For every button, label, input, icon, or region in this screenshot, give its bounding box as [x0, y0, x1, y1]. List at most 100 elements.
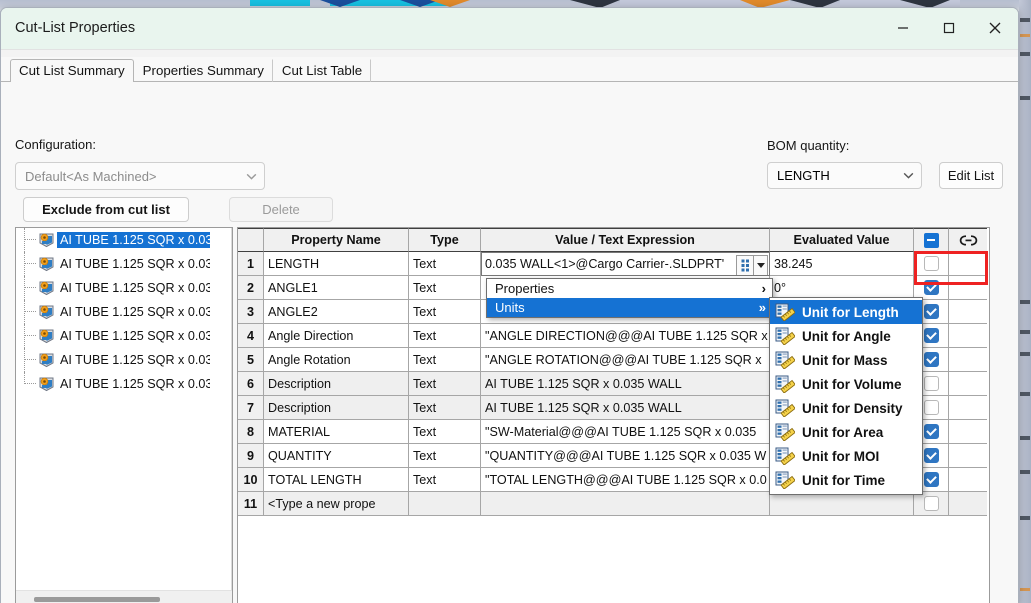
tree-item[interactable]: AI TUBE 1.125 SQR x 0.03	[16, 252, 232, 276]
row-checkbox[interactable]	[923, 256, 939, 271]
scrollbar-thumb[interactable]	[34, 597, 160, 602]
row-link-cell[interactable]	[949, 396, 987, 420]
property-type-cell[interactable]: Text	[409, 324, 481, 348]
value-expression-cell[interactable]: "TOTAL LENGTH@@@AI TUBE 1.125 SQR x 0.0	[481, 468, 770, 492]
exclude-from-cut-list-button[interactable]: Exclude from cut list	[23, 197, 189, 222]
property-type-cell[interactable]: Text	[409, 420, 481, 444]
property-name-cell[interactable]: LENGTH	[264, 252, 409, 276]
row-link-cell[interactable]	[949, 444, 987, 468]
header-collapse-checkbox[interactable]	[914, 228, 949, 252]
context-menu-item[interactable]: Properties ›	[487, 279, 772, 298]
header-value-text-expression[interactable]: Value / Text Expression	[481, 228, 770, 252]
maximize-button[interactable]	[926, 8, 972, 48]
property-type-cell[interactable]: Text	[409, 252, 481, 276]
property-name-cell[interactable]: Angle Rotation	[264, 348, 409, 372]
tree-item[interactable]: AI TUBE 1.125 SQR x 0.03	[16, 300, 232, 324]
bom-quantity-dropdown[interactable]: LENGTH	[767, 162, 922, 189]
row-link-cell[interactable]	[949, 492, 987, 516]
tree-item[interactable]: AI TUBE 1.125 SQR x 0.03	[16, 348, 232, 372]
property-name-cell[interactable]: Angle Direction	[264, 324, 409, 348]
property-name-cell[interactable]: ANGLE1	[264, 276, 409, 300]
tab-cut-list-table[interactable]: Cut List Table	[273, 59, 372, 82]
row-checkbox[interactable]	[923, 424, 939, 439]
units-submenu-item[interactable]: Unit for MOI	[770, 444, 922, 468]
units-submenu-item[interactable]: Unit for Time	[770, 468, 922, 492]
property-name-cell[interactable]: QUANTITY	[264, 444, 409, 468]
value-expression-cell[interactable]: "QUANTITY@@@AI TUBE 1.125 SQR x 0.035 W	[481, 444, 770, 468]
tab-cut-list-summary[interactable]: Cut List Summary	[10, 59, 134, 82]
property-type-cell[interactable]: Text	[409, 396, 481, 420]
edit-list-button[interactable]: Edit List	[939, 162, 1003, 189]
row-checkbox[interactable]	[923, 280, 939, 295]
grid-header-row: Property Name Type Value / Text Expressi…	[238, 228, 989, 252]
row-checkbox[interactable]	[923, 400, 939, 415]
row-link-cell[interactable]	[949, 468, 987, 492]
units-submenu-item[interactable]: Unit for Length	[770, 300, 922, 324]
close-button[interactable]	[972, 8, 1018, 48]
header-evaluated-value[interactable]: Evaluated Value	[770, 228, 914, 252]
row-checkbox[interactable]	[923, 352, 939, 367]
row-checkbox[interactable]	[923, 472, 939, 487]
row-checkbox[interactable]	[923, 328, 939, 343]
row-link-cell[interactable]	[949, 300, 987, 324]
property-type-cell[interactable]: Text	[409, 300, 481, 324]
row-link-cell[interactable]	[949, 348, 987, 372]
property-type-cell[interactable]: Text	[409, 372, 481, 396]
row-checkbox-cell[interactable]	[914, 492, 949, 516]
value-expression-cell[interactable]	[481, 492, 770, 516]
header-type[interactable]: Type	[409, 228, 481, 252]
units-submenu-item[interactable]: Unit for Density	[770, 396, 922, 420]
row-checkbox[interactable]	[923, 376, 939, 391]
value-dropdown-arrow-button[interactable]	[753, 255, 768, 275]
property-type-cell[interactable]: Text	[409, 276, 481, 300]
grid-row[interactable]: 1 LENGTH Text 0.035 WALL<1>@Cargo Carrier-.…	[238, 252, 989, 276]
minimize-button[interactable]	[880, 8, 926, 48]
context-menu-item[interactable]: Units »	[487, 298, 772, 317]
row-link-cell[interactable]	[949, 372, 987, 396]
property-name-cell[interactable]: Description	[264, 396, 409, 420]
row-checkbox-cell[interactable]	[914, 252, 949, 276]
header-property-name[interactable]: Property Name	[264, 228, 409, 252]
property-type-cell[interactable]	[409, 492, 481, 516]
property-type-cell[interactable]: Text	[409, 444, 481, 468]
units-submenu-item[interactable]: Unit for Area	[770, 420, 922, 444]
tree-item[interactable]: AI TUBE 1.125 SQR x 0.03	[16, 276, 232, 300]
configuration-dropdown[interactable]: Default<As Machined>	[15, 162, 265, 190]
units-submenu-item[interactable]: Unit for Mass	[770, 348, 922, 372]
value-expression-cell[interactable]: "ANGLE ROTATION@@@AI TUBE 1.125 SQR x	[481, 348, 770, 372]
header-link-column[interactable]	[949, 228, 987, 252]
value-expression-cell[interactable]: AI TUBE 1.125 SQR x 0.035 WALL	[481, 396, 770, 420]
cut-list-tree[interactable]: AI TUBE 1.125 SQR x 0.03 AI TUBE 1.125 SQ…	[15, 227, 233, 603]
tree-horizontal-scrollbar[interactable]	[16, 590, 232, 603]
tree-item-label: AI TUBE 1.125 SQR x 0.03	[60, 377, 210, 391]
value-expression-cell[interactable]: "ANGLE DIRECTION@@@AI TUBE 1.125 SQR x	[481, 324, 770, 348]
tab-properties-summary[interactable]: Properties Summary	[134, 59, 273, 82]
value-expression-cell[interactable]: "SW-Material@@@AI TUBE 1.125 SQR x 0.035	[481, 420, 770, 444]
value-expression-editor[interactable]: 0.035 WALL<1>@Cargo Carrier-.SLDPRT'	[481, 252, 770, 276]
evaluated-value-cell	[770, 492, 914, 516]
delete-button[interactable]: Delete	[229, 197, 333, 222]
tree-connector	[24, 300, 25, 324]
tree-item[interactable]: AI TUBE 1.125 SQR x 0.03	[16, 228, 232, 252]
units-submenu-item[interactable]: Unit for Volume	[770, 372, 922, 396]
property-name-cell[interactable]: Description	[264, 372, 409, 396]
row-link-cell[interactable]	[949, 420, 987, 444]
property-type-cell[interactable]: Text	[409, 348, 481, 372]
tree-item[interactable]: AI TUBE 1.125 SQR x 0.03	[16, 324, 232, 348]
grid-row[interactable]: 11 <Type a new prope	[238, 492, 989, 516]
property-name-cell[interactable]: ANGLE2	[264, 300, 409, 324]
insert-property-button[interactable]	[736, 255, 754, 275]
property-type-cell[interactable]: Text	[409, 468, 481, 492]
property-name-cell[interactable]: TOTAL LENGTH	[264, 468, 409, 492]
row-link-cell[interactable]	[949, 252, 987, 276]
row-checkbox[interactable]	[923, 304, 939, 319]
row-link-cell[interactable]	[949, 276, 987, 300]
property-name-cell[interactable]: <Type a new prope	[264, 492, 409, 516]
units-submenu-item[interactable]: Unit for Angle	[770, 324, 922, 348]
property-name-cell[interactable]: MATERIAL	[264, 420, 409, 444]
tree-item[interactable]: AI TUBE 1.125 SQR x 0.03	[16, 372, 232, 396]
value-expression-cell[interactable]: AI TUBE 1.125 SQR x 0.035 WALL	[481, 372, 770, 396]
row-checkbox[interactable]	[923, 448, 939, 463]
row-link-cell[interactable]	[949, 324, 987, 348]
row-checkbox[interactable]	[923, 496, 939, 511]
